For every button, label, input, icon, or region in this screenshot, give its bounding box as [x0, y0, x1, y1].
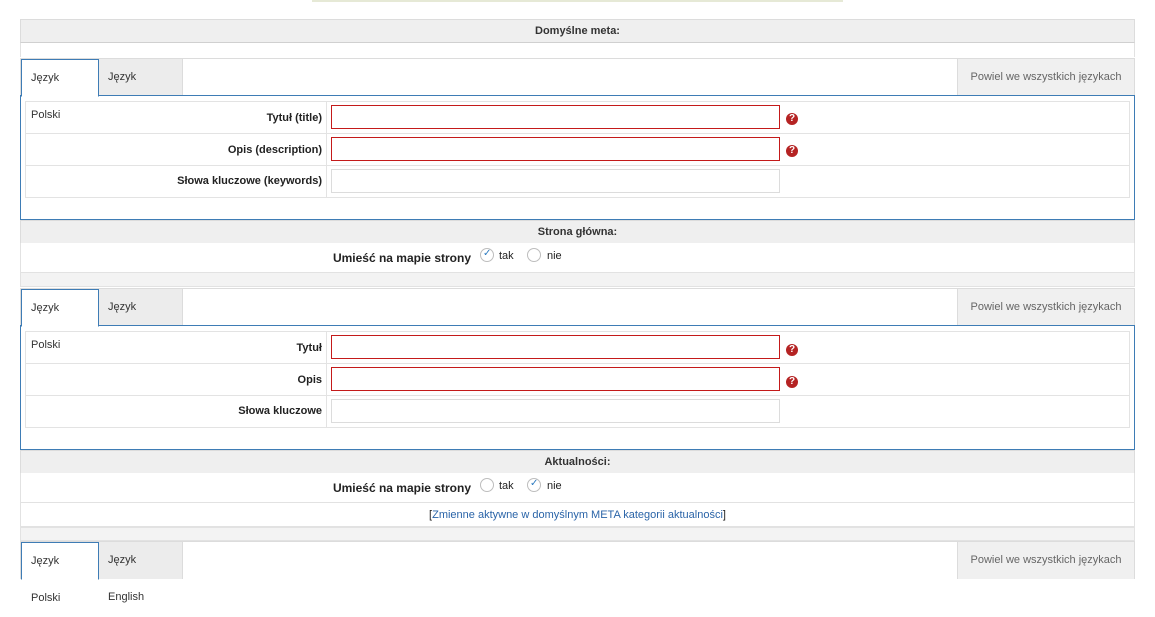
section-header-homepage: Strona główna:: [20, 220, 1135, 244]
description-label: Opis: [26, 364, 327, 396]
form-row-keywords: Słowa kluczowe: [25, 395, 1130, 428]
copy-all-languages-button[interactable]: Powiel we wszystkich językach: [957, 289, 1134, 326]
tab-english[interactable]: Język English: [99, 542, 183, 603]
radio-yes[interactable]: [480, 478, 494, 492]
tab-polish[interactable]: Język Polski: [21, 289, 99, 351]
tab-polish[interactable]: Język Polski: [21, 542, 99, 604]
copy-all-languages-button[interactable]: Powiel we wszystkich językach: [957, 542, 1134, 579]
form-row-keywords: Słowa kluczowe (keywords): [25, 165, 1130, 198]
meta-panel-homepage: Tytuł ? Opis ? Słowa kluczowe: [20, 325, 1135, 450]
sitemap-label: Umieść na mapie strony: [332, 251, 471, 265]
sitemap-row-homepage: Umieść na mapie strony tak nie: [20, 243, 1135, 273]
tab-polish[interactable]: Język Polski: [21, 59, 99, 121]
question-circle-icon[interactable]: ?: [786, 376, 798, 388]
description-input[interactable]: [331, 137, 780, 161]
radio-no[interactable]: [527, 248, 541, 262]
keywords-label: Słowa kluczowe: [26, 396, 327, 427]
tab-english[interactable]: Język English: [99, 289, 183, 350]
description-label: Opis (description): [26, 134, 327, 166]
sitemap-label: Umieść na mapie strony: [332, 481, 471, 495]
top-strip: [312, 0, 843, 2]
radio-yes[interactable]: [480, 248, 494, 262]
sitemap-row-news: Umieść na mapie strony tak nie: [20, 473, 1135, 503]
title-input[interactable]: [331, 105, 780, 129]
tab-english[interactable]: Język English: [99, 59, 183, 120]
keywords-label: Słowa kluczowe (keywords): [26, 166, 327, 197]
meta-panel-default: Tytuł (title) ? Opis (description) ? Sło…: [20, 95, 1135, 220]
section-header-news: Aktualności:: [20, 450, 1135, 474]
section-header-default-meta: Domyślne meta:: [20, 19, 1135, 43]
bracket-close: ]: [722, 509, 726, 521]
title-label: Tytuł (title): [26, 102, 327, 134]
radio-yes-label: tak: [499, 250, 514, 262]
section-spacer: [20, 527, 1135, 541]
question-circle-icon[interactable]: ?: [786, 113, 798, 125]
radio-no[interactable]: [527, 478, 541, 492]
keywords-input[interactable]: [331, 399, 780, 423]
language-tabs: Język Polski Język English Powiel we wsz…: [20, 58, 1135, 121]
section-spacer: [20, 272, 1135, 287]
question-circle-icon[interactable]: ?: [786, 145, 798, 157]
title-label: Tytuł: [26, 332, 327, 364]
form-row-description: Opis ?: [25, 363, 1130, 396]
section-spacer: [20, 43, 1135, 57]
form-row-title: Tytuł ?: [25, 331, 1130, 364]
form-row-description: Opis (description) ?: [25, 133, 1130, 166]
form-row-title: Tytuł (title) ?: [25, 101, 1130, 134]
radio-no-label: nie: [547, 480, 562, 492]
language-tabs: Język Polski Język English Powiel we wsz…: [20, 541, 1135, 604]
news-meta-variables-row: [Zmienne aktywne w domyślnym META katego…: [20, 503, 1135, 527]
title-input[interactable]: [331, 335, 780, 359]
meta-variables-link[interactable]: Zmienne aktywne w domyślnym META kategor…: [432, 509, 723, 521]
language-tabs: Język Polski Język English Powiel we wsz…: [20, 288, 1135, 351]
copy-all-languages-button[interactable]: Powiel we wszystkich językach: [957, 59, 1134, 96]
keywords-input[interactable]: [331, 169, 780, 193]
description-input[interactable]: [331, 367, 780, 391]
question-circle-icon[interactable]: ?: [786, 344, 798, 356]
radio-yes-label: tak: [499, 480, 514, 492]
radio-no-label: nie: [547, 250, 562, 262]
